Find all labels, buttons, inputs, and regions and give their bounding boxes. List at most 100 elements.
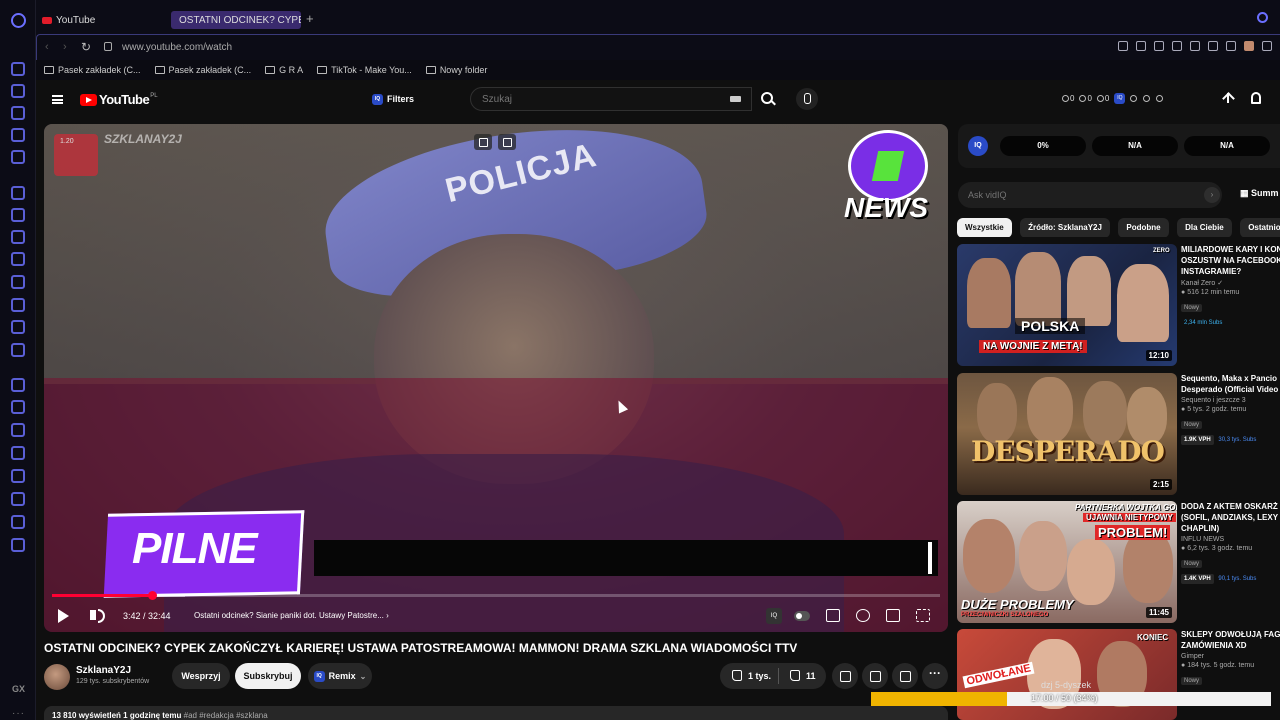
bookmark-tiktok[interactable]: TikTok - Make You... <box>317 65 412 75</box>
play-icon[interactable] <box>1190 41 1200 51</box>
play-button[interactable] <box>58 609 69 623</box>
settings-icon[interactable] <box>856 609 870 622</box>
recommendation-item[interactable]: PARTNERKA WOJTKA GOL UJAWNIA NIETYPOWY P… <box>957 501 1280 623</box>
bookmark-folder[interactable]: Nowy folder <box>425 65 487 75</box>
instagram-icon[interactable] <box>11 275 25 289</box>
search-input[interactable] <box>470 87 752 111</box>
vidiq-icon[interactable]: IQ <box>1114 93 1126 104</box>
puzzle-icon[interactable] <box>1226 41 1236 51</box>
rec-title[interactable]: SKLEPY ODWOŁUJĄ FAG <box>1181 629 1280 640</box>
recommendation-item[interactable]: DESPERADO 2:15 Sequento, Maka x Pancio D… <box>957 373 1280 495</box>
tab-active-video[interactable]: OSTATNI ODCINEK? CYPE <box>171 11 301 29</box>
alert-icon[interactable] <box>1156 95 1164 102</box>
rec-title[interactable]: Desperado (Official Video <box>1181 384 1280 395</box>
percent-icon[interactable] <box>11 208 25 222</box>
filters-button[interactable]: IQ Filters <box>372 90 414 108</box>
player-icon[interactable] <box>11 400 25 414</box>
channel-avatar[interactable] <box>44 664 70 690</box>
rec-channel[interactable]: Kanał Zero ✓ <box>1181 279 1280 287</box>
shield-icon[interactable] <box>1172 41 1182 51</box>
ai-icon[interactable] <box>11 106 25 120</box>
ask-submit-icon[interactable]: › <box>1204 187 1220 203</box>
chip-all[interactable]: Wszystkie <box>957 218 1012 237</box>
browser-logo-icon[interactable] <box>11 13 26 28</box>
rec-title[interactable]: (SOFIL, ANDZIAKS, LEXY <box>1181 512 1280 523</box>
list-icon[interactable] <box>1130 95 1138 102</box>
video-thumbnail[interactable]: PARTNERKA WOJTKA GOL UJAWNIA NIETYPOWY P… <box>957 501 1177 623</box>
bookmark-folder[interactable]: Pasek zakładek (C... <box>44 65 141 75</box>
rec-title[interactable]: DODA Z AKTEM OSKARŻ <box>1181 501 1280 512</box>
search-button[interactable] <box>752 87 782 111</box>
chip-for-you[interactable]: Dla Ciebie <box>1177 218 1232 237</box>
rec-title[interactable]: MILIARDOWE KARY I KON <box>1181 244 1280 255</box>
vidiq-logo-icon[interactable]: IQ <box>968 136 988 156</box>
x-icon[interactable] <box>11 298 25 312</box>
heart-icon[interactable] <box>1208 41 1218 51</box>
chip-recent[interactable]: Ostatnio p <box>1240 218 1280 237</box>
profile-avatar[interactable] <box>1244 41 1254 51</box>
keyboard-icon[interactable] <box>730 96 741 102</box>
video-thumbnail[interactable]: DESPERADO 2:15 <box>957 373 1177 495</box>
dislike-count[interactable]: 11 <box>806 671 816 681</box>
rec-channel[interactable]: Gimper <box>1181 653 1280 660</box>
settings-icon[interactable] <box>11 538 25 552</box>
zoom-icon[interactable] <box>1118 41 1128 51</box>
summary-button[interactable]: ▦ Summ <box>1240 188 1279 199</box>
volume-icon[interactable] <box>90 609 105 623</box>
bookmark-folder[interactable]: G R A <box>265 65 303 75</box>
remix-button[interactable]: IQ Remix ⌄ <box>308 663 372 689</box>
video-thumbnail[interactable]: POLSKA NA WOJNIE Z METĄ! ZERO 12:10 <box>957 244 1177 366</box>
upload-icon[interactable] <box>1222 92 1234 106</box>
progress-bar[interactable] <box>52 591 940 600</box>
extensions-icon[interactable] <box>11 515 25 529</box>
menu-icon[interactable] <box>52 95 63 104</box>
rec-title[interactable]: INSTAGRAMIE? <box>1181 266 1280 277</box>
more-icon[interactable]: ··· <box>12 708 25 719</box>
fullscreen-icon[interactable] <box>916 609 930 622</box>
url-field[interactable]: www.youtube.com/watch <box>122 42 232 53</box>
tv-icon[interactable] <box>11 343 25 357</box>
new-tab-button[interactable]: + <box>306 11 314 26</box>
rec-title[interactable]: OSZUSTW NA FACEBOOK <box>1181 255 1280 266</box>
heart-icon[interactable] <box>11 423 25 437</box>
wallet-icon[interactable] <box>11 446 25 460</box>
rec-channel[interactable]: INFLU NEWS <box>1181 536 1280 543</box>
skip-icon[interactable] <box>498 134 516 150</box>
messenger-icon[interactable] <box>11 62 25 76</box>
theater-icon[interactable] <box>886 609 900 622</box>
support-button[interactable]: Wesprzyj <box>172 663 230 689</box>
subscribe-button[interactable]: Subskrybuj <box>235 663 301 689</box>
rec-title[interactable]: CHAPLIN) <box>1181 523 1280 534</box>
autoplay-toggle[interactable] <box>794 611 810 621</box>
tab-search-icon[interactable] <box>1257 12 1268 23</box>
notifications-icon[interactable] <box>1251 92 1261 104</box>
tab-youtube[interactable]: YouTube <box>42 11 95 29</box>
chip-similar[interactable]: Podobne <box>1118 218 1169 237</box>
forward-icon[interactable]: › <box>63 41 67 53</box>
reload-icon[interactable]: ↻ <box>81 40 91 54</box>
download-icon[interactable] <box>1262 41 1272 51</box>
snapshot-icon[interactable] <box>1154 41 1164 51</box>
pin-icon[interactable] <box>1136 41 1146 51</box>
telegram-icon[interactable] <box>11 320 25 334</box>
clock-icon[interactable] <box>11 469 25 483</box>
vidiq-player-icon[interactable]: IQ <box>766 608 782 624</box>
voice-search-button[interactable] <box>796 88 818 110</box>
back-icon[interactable]: ‹ <box>45 41 49 53</box>
music-icon[interactable] <box>11 378 25 392</box>
subtitles-icon[interactable] <box>826 609 840 622</box>
trophy-icon[interactable] <box>1143 95 1151 102</box>
history-icon[interactable] <box>11 84 25 98</box>
chapter-title[interactable]: Ostatni odcinek? Sianie paniki dot. Usta… <box>194 611 389 620</box>
lock-icon[interactable] <box>104 42 112 51</box>
rec-title[interactable]: ZAMÓWIENIA XD <box>1181 640 1280 651</box>
bookmark-folder[interactable]: Pasek zakładek (C... <box>154 65 251 75</box>
channel-name[interactable]: SzklanaY2J <box>76 665 131 676</box>
youtube-logo[interactable]: YouTube PL <box>80 92 158 107</box>
dislike-icon[interactable] <box>790 670 800 681</box>
like-count[interactable]: 1 tys. <box>748 671 771 681</box>
miniplayer-icon[interactable] <box>474 134 492 150</box>
rec-title[interactable]: Sequento, Maka x Pancio <box>1181 373 1280 384</box>
recommendation-item[interactable]: POLSKA NA WOJNIE Z METĄ! ZERO 12:10 MILI… <box>957 244 1280 366</box>
bookmark-icon[interactable] <box>11 128 25 142</box>
